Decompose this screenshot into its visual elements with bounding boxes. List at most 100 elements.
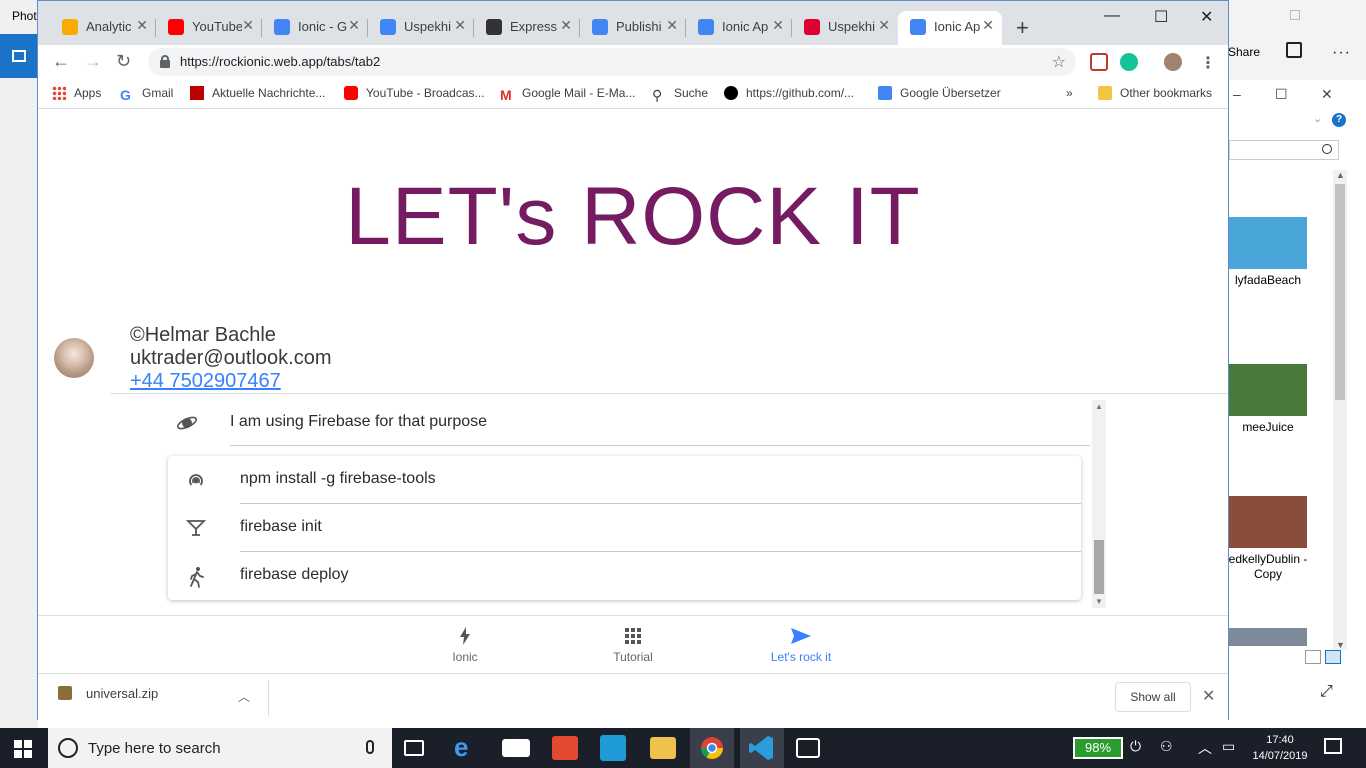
battery-indicator[interactable]: 98% — [1073, 737, 1123, 759]
browser-tab[interactable]: Uspekhi ✕ — [368, 11, 474, 45]
url-text[interactable]: https://rockionic.web.app/tabs/tab2 — [180, 54, 380, 69]
expand-icon[interactable]: ⤢ — [1320, 683, 1333, 701]
close-tab-icon[interactable]: ✕ — [242, 17, 254, 34]
browser-tab[interactable]: Analytic ✕ — [50, 11, 156, 45]
share-button[interactable]: Share — [1228, 45, 1260, 59]
address-bar[interactable]: https://rockionic.web.app/tabs/tab2 ☆ — [148, 48, 1076, 76]
bookmark-gmail[interactable]: G Gmail — [120, 86, 173, 103]
explorer-search-input[interactable] — [1229, 140, 1339, 160]
thumbnail-image[interactable] — [1229, 496, 1307, 548]
tab-strip: Analytic ✕ YouTube ✕ Ionic - G ✕ Uspekhi ✕ Expre… — [38, 1, 1228, 45]
tab-lets-rock-it[interactable]: Let's rock it — [741, 626, 861, 664]
bookmarks-overflow[interactable]: » — [1066, 86, 1073, 100]
minimize-icon[interactable]: — — [1104, 7, 1120, 25]
download-item[interactable]: universal.zip — [58, 686, 158, 701]
chevron-down-icon[interactable]: ⌄ — [1313, 112, 1322, 125]
file-explorer-icon[interactable] — [650, 737, 676, 759]
close-tab-icon[interactable]: ✕ — [878, 17, 890, 34]
explorer-scrollbar[interactable]: ▲ ▼ — [1333, 170, 1347, 650]
browser-tab[interactable]: Uspekhi ✕ — [792, 11, 898, 45]
bookmark-github[interactable]: https://github.com/... — [724, 86, 854, 100]
bookmark-youtube[interactable]: YouTube - Broadcas... — [344, 86, 485, 100]
close-icon[interactable]: ✕ — [1202, 686, 1215, 706]
close-tab-icon[interactable]: ✕ — [454, 17, 466, 34]
chrome-icon[interactable] — [690, 728, 734, 768]
system-clock[interactable]: 17:40 14/07/2019 — [1250, 732, 1310, 764]
tab-tutorial[interactable]: Tutorial — [573, 626, 693, 664]
task-view-icon[interactable] — [404, 740, 424, 756]
tab-title: Uspekhi — [404, 19, 451, 34]
notification-center-icon[interactable] — [1324, 738, 1342, 754]
print-icon[interactable] — [1286, 42, 1302, 58]
close-tab-icon[interactable]: ✕ — [560, 17, 572, 34]
thumbnail-image[interactable] — [1229, 364, 1307, 416]
network-icon[interactable]: ▭ — [1222, 738, 1235, 755]
close-tab-icon[interactable]: ✕ — [982, 17, 994, 34]
restore-icon[interactable] — [1290, 10, 1300, 20]
maximize-icon[interactable]: ☐ — [1154, 7, 1168, 27]
new-tab-button[interactable]: + — [1016, 15, 1029, 41]
app-l-icon[interactable] — [600, 735, 626, 761]
list-item[interactable]: firebase init — [168, 504, 1081, 552]
tab-ionic[interactable]: Ionic — [405, 626, 525, 664]
grammarly-icon[interactable] — [1120, 53, 1138, 71]
show-all-button[interactable]: Show all — [1115, 682, 1191, 712]
maximize-icon[interactable]: ☐ — [1275, 86, 1288, 103]
phone-link[interactable]: +44 7502907467 — [130, 370, 281, 392]
chevron-up-icon[interactable]: ︿ — [1198, 738, 1212, 758]
bookmark-google-mail[interactable]: M Google Mail - E-Ma... — [500, 86, 635, 103]
tab-title: YouTube — [192, 19, 242, 34]
microphone-icon[interactable] — [366, 740, 374, 754]
browser-tab[interactable]: YouTube ✕ — [156, 11, 262, 45]
more-icon[interactable]: ··· — [1332, 44, 1351, 62]
office-icon[interactable] — [552, 736, 578, 760]
people-icon[interactable]: ⚇ — [1160, 738, 1173, 755]
search-icon: ⚲ — [652, 87, 663, 103]
browser-tab[interactable]: Ionic - G ✕ — [262, 11, 368, 45]
list-item[interactable]: firebase deploy — [168, 552, 1081, 600]
forward-icon[interactable]: → — [84, 51, 102, 72]
help-icon[interactable]: ? — [1332, 113, 1346, 127]
bookmark-translate[interactable]: Google Übersetzer — [878, 86, 1001, 100]
reload-icon[interactable]: ↻ — [116, 51, 131, 72]
bookmark-suche[interactable]: ⚲ Suche — [652, 86, 708, 103]
extension-icon[interactable] — [1090, 53, 1108, 71]
minimize-icon[interactable]: – — [1233, 86, 1241, 102]
thumbnail-image[interactable] — [1229, 217, 1307, 269]
close-tab-icon[interactable]: ✕ — [348, 17, 360, 34]
menu-icon[interactable]: ⋮ — [1200, 53, 1216, 73]
thumbnail-image[interactable] — [1229, 628, 1307, 646]
close-tab-icon[interactable]: ✕ — [772, 17, 784, 34]
taskbar-search-input[interactable]: Type here to search — [48, 728, 392, 768]
close-icon[interactable]: ✕ — [1200, 7, 1213, 27]
bookmark-other[interactable]: Other bookmarks — [1098, 86, 1212, 100]
tab-title: Analytic — [86, 19, 132, 34]
mail-icon[interactable] — [502, 739, 530, 757]
browser-tab[interactable]: Ionic Ap ✕ — [686, 11, 792, 45]
close-tab-icon[interactable]: ✕ — [666, 17, 678, 34]
bookmark-news[interactable]: Aktuelle Nachrichte... — [190, 86, 325, 100]
view-toggle[interactable] — [1305, 650, 1345, 669]
list-item[interactable]: I am using Firebase for that purpose — [168, 400, 1090, 446]
bookmark-apps[interactable]: Apps — [52, 86, 101, 100]
profile-avatar[interactable] — [1164, 53, 1182, 71]
power-plug-icon[interactable]: ⏻ — [1130, 738, 1141, 755]
content-scrollbar[interactable]: ▲ ▼ — [1092, 400, 1106, 608]
photos-icon[interactable] — [796, 738, 820, 758]
list-item[interactable]: npm install -g firebase-tools — [168, 456, 1081, 504]
photos-image-icon[interactable] — [0, 34, 38, 78]
browser-tab[interactable]: Publishi ✕ — [580, 11, 686, 45]
browser-tab[interactable]: Express ✕ — [474, 11, 580, 45]
vscode-icon[interactable] — [740, 728, 784, 768]
chevron-up-icon[interactable]: ︿ — [238, 688, 250, 705]
windows-start-icon[interactable] — [14, 740, 32, 758]
tab-title: Ionic Ap — [722, 19, 769, 34]
close-icon[interactable]: ✕ — [1321, 86, 1333, 103]
back-icon[interactable]: ← — [52, 51, 70, 72]
favicon-icon — [168, 19, 184, 35]
close-tab-icon[interactable]: ✕ — [136, 17, 148, 34]
bookmark-star-icon[interactable]: ☆ — [1052, 52, 1066, 72]
youtube-icon — [344, 86, 358, 100]
browser-tab[interactable]: Ionic Ap ✕ — [898, 11, 1002, 45]
edge-icon[interactable]: e — [454, 732, 482, 762]
